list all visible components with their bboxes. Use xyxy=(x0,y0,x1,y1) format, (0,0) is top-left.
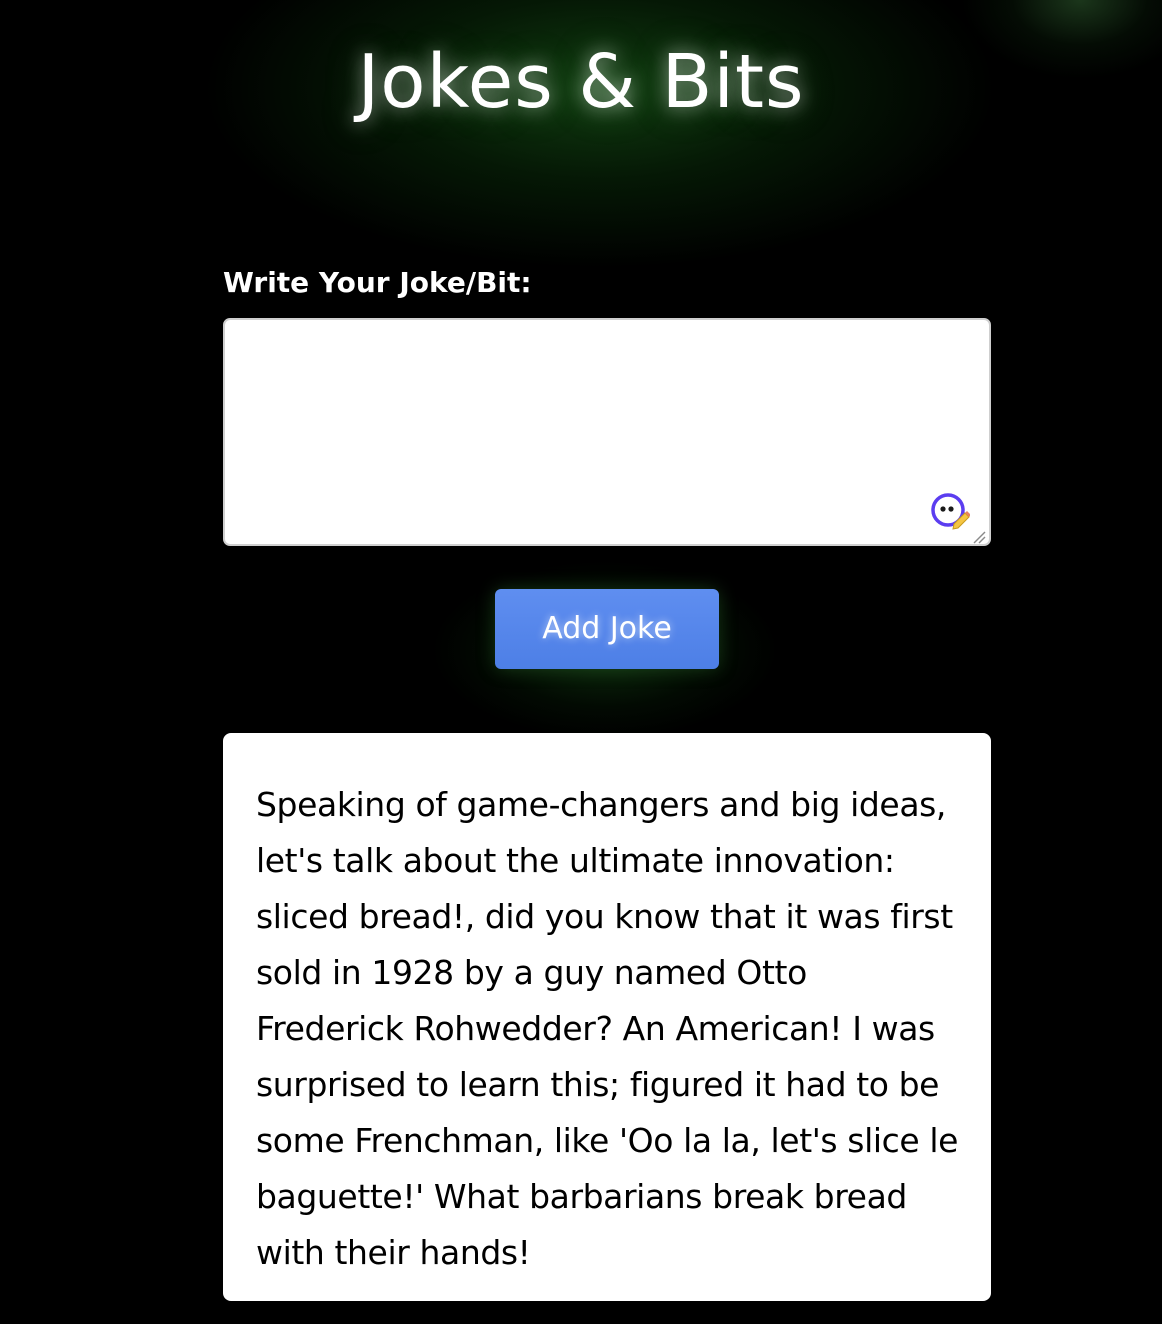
add-joke-button[interactable]: Add Joke xyxy=(495,589,719,669)
writing-assistant-icon[interactable] xyxy=(930,492,971,532)
joke-input[interactable] xyxy=(223,318,991,546)
joke-card: Speaking of game-changers and big ideas,… xyxy=(223,733,991,1301)
resize-handle-icon[interactable] xyxy=(972,529,986,544)
page-title: Jokes & Bits xyxy=(357,39,805,125)
joke-text: Speaking of game-changers and big ideas,… xyxy=(256,785,959,1272)
joke-input-label: Write Your Joke/Bit: xyxy=(223,266,532,299)
